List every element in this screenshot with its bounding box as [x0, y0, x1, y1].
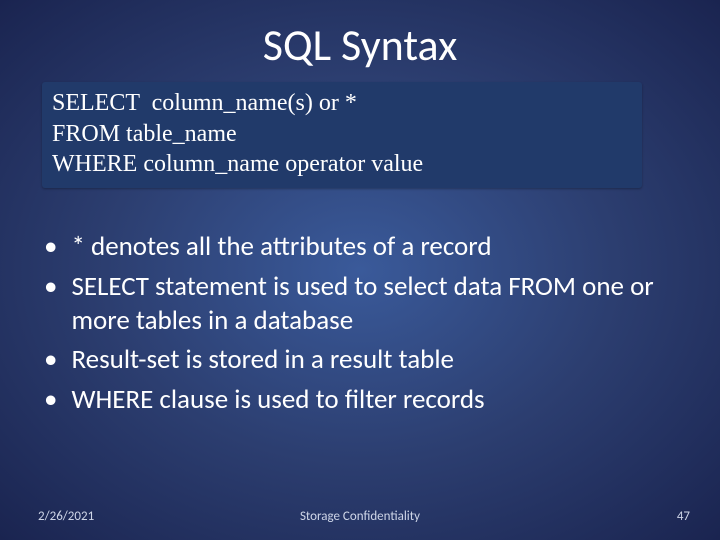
- list-item: • Result-set is stored in a result table: [42, 343, 678, 377]
- list-item: • WHERE clause is used to filter records: [42, 383, 678, 417]
- bullet-list: • * denotes all the attributes of a reco…: [42, 230, 678, 423]
- slide: SQL Syntax SELECT column_name(s) or * FR…: [0, 0, 720, 540]
- code-line-select: SELECT column_name(s) or *: [52, 88, 632, 119]
- bullet-text: * denotes all the attributes of a record: [71, 230, 678, 264]
- bullet-icon: •: [44, 383, 57, 417]
- footer-page-number: 47: [677, 509, 690, 524]
- sql-syntax-box: SELECT column_name(s) or * FROM table_na…: [42, 82, 642, 188]
- list-item: • * denotes all the attributes of a reco…: [42, 230, 678, 264]
- bullet-icon: •: [44, 270, 57, 304]
- code-line-where: WHERE column_name operator value: [52, 149, 632, 180]
- bullet-text: WHERE clause is used to filter records: [71, 383, 678, 417]
- slide-footer: 2/26/2021 Storage Confidentiality 47: [0, 504, 720, 524]
- bullet-text: SELECT statement is used to select data …: [71, 270, 678, 338]
- bullet-text: Result-set is stored in a result table: [71, 343, 678, 377]
- bullet-icon: •: [44, 230, 57, 264]
- bullet-icon: •: [44, 343, 57, 377]
- code-line-from: FROM table_name: [52, 119, 632, 150]
- slide-title: SQL Syntax: [0, 18, 720, 72]
- list-item: • SELECT statement is used to select dat…: [42, 270, 678, 338]
- footer-title: Storage Confidentiality: [0, 509, 720, 524]
